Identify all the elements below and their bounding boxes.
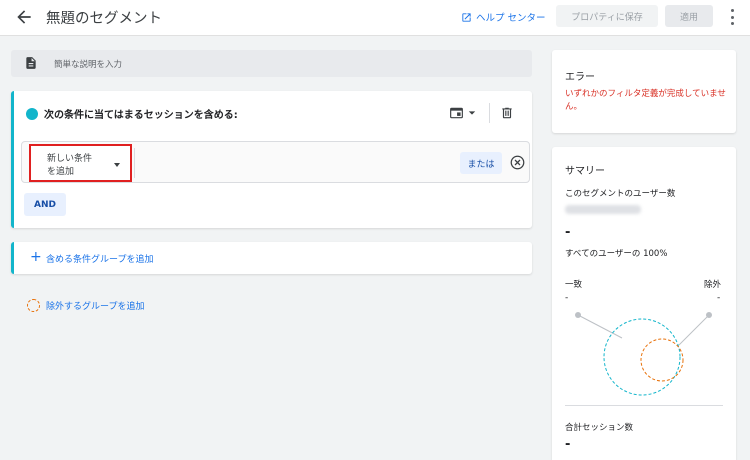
- match-value: -: [565, 293, 569, 303]
- help-center-label: ヘルプ センター: [476, 13, 546, 24]
- dropdown-caret-icon: [114, 163, 120, 167]
- summary-title: サマリー: [565, 166, 605, 177]
- description-field[interactable]: 簡単な説明を入力: [11, 50, 532, 77]
- help-center-link[interactable]: ヘルプ センター: [461, 10, 546, 24]
- and-button[interactable]: AND: [24, 193, 66, 216]
- add-new-condition-dropdown[interactable]: 新しい条件 を追加: [29, 144, 132, 182]
- or-button[interactable]: または: [460, 152, 502, 174]
- add-exclude-group-button[interactable]: 除外するグループを追加: [27, 299, 144, 312]
- include-condition-group: 次の条件に当てはまるセッションを含める: 新しい条件 を追加 または AND: [11, 91, 532, 228]
- summary-divider: [565, 405, 723, 406]
- more-vert-icon[interactable]: [729, 9, 735, 25]
- condition-group-title: 次の条件に当てはまるセッションを含める:: [44, 110, 238, 121]
- total-sessions-value: -: [565, 437, 571, 452]
- error-message: いずれかのフィルタ定義が完成していません。: [565, 89, 726, 112]
- page-title: 無題のセグメント: [46, 11, 162, 27]
- summary-panel: サマリー このセグメントのユーザー数 - すべてのユーザーの 100% 一致 除…: [552, 147, 736, 460]
- exclude-circle: [640, 338, 684, 382]
- description-placeholder: 簡単な説明を入力: [54, 60, 123, 70]
- close-circle-icon[interactable]: [510, 155, 525, 170]
- exclude-pointer-line: [678, 314, 710, 346]
- exclude-pointer-dot: [706, 312, 712, 318]
- match-label: 一致: [565, 280, 583, 290]
- venn-diagram: [575, 312, 712, 396]
- blurred-value: [565, 205, 641, 214]
- condition-divider: [134, 148, 135, 178]
- total-sessions-label: 合計セッション数: [565, 423, 634, 433]
- apply-button[interactable]: 適用: [665, 5, 713, 27]
- add-include-group-label: 含める条件グループを追加: [46, 255, 154, 265]
- condition-row: 新しい条件 を追加 または: [21, 141, 530, 183]
- header-divider: [489, 103, 490, 123]
- segment-users-value: -: [565, 225, 571, 240]
- trash-icon[interactable]: [500, 106, 514, 120]
- add-include-group-button[interactable]: + 含める条件グループを追加: [11, 242, 532, 274]
- match-pointer-dot: [575, 312, 581, 318]
- segment-circle: [603, 318, 681, 396]
- card-view-icon: [450, 107, 463, 119]
- error-panel: エラー いずれかのフィルタ定義が完成していません。: [552, 50, 736, 133]
- add-exclude-group-label: 除外するグループを追加: [46, 302, 145, 312]
- add-new-condition-label: 新しい条件 を追加: [47, 154, 93, 177]
- document-icon: [26, 57, 36, 69]
- chevron-down-icon: [468, 111, 476, 115]
- exclude-label: 除外: [704, 280, 722, 290]
- error-title: エラー: [565, 72, 595, 83]
- open-external-icon: [462, 12, 471, 22]
- segment-users-label: このセグメントのユーザー数: [565, 189, 676, 199]
- dashed-circle-icon: [27, 299, 40, 312]
- condition-group-header: 次の条件に当てはまるセッションを含める:: [26, 106, 238, 121]
- top-bar: 無題のセグメント ヘルプ センター プロパティに保存 適用: [0, 0, 750, 36]
- match-pointer-line: [577, 314, 623, 339]
- save-to-property-button[interactable]: プロパティに保存: [556, 5, 658, 27]
- plus-icon: +: [30, 249, 42, 265]
- card-view-menu[interactable]: [449, 106, 476, 120]
- all-users-percentage: すべてのユーザーの 100%: [565, 249, 668, 259]
- arrow-back-icon[interactable]: [14, 7, 34, 27]
- exclude-value: -: [717, 293, 721, 303]
- group-color-dot: [26, 107, 38, 120]
